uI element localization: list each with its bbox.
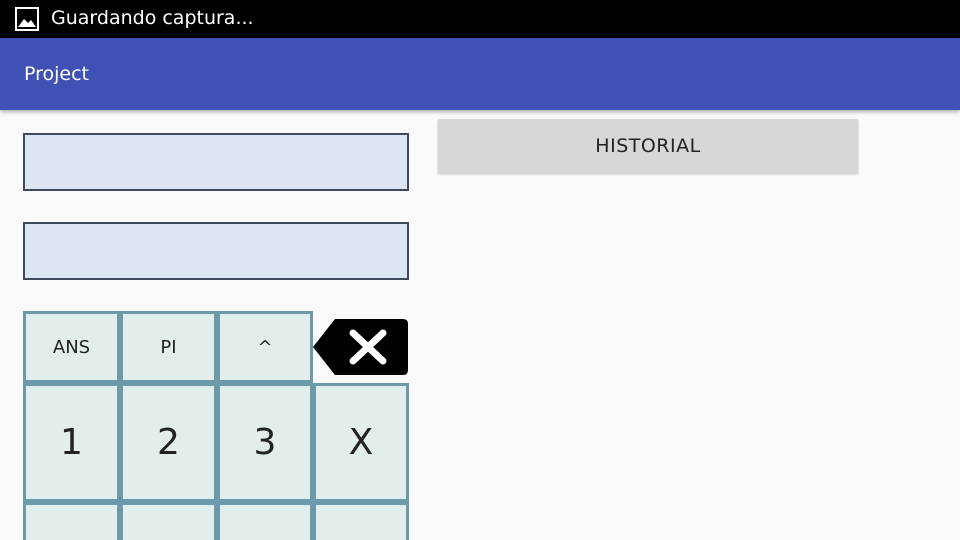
digit-3-key[interactable]: 3 xyxy=(217,383,313,502)
keypad-key[interactable] xyxy=(120,502,217,540)
digit-2-key[interactable]: 2 xyxy=(120,383,217,502)
expression-input[interactable] xyxy=(23,133,409,191)
result-input[interactable] xyxy=(23,222,409,280)
status-bar: Guardando captura... xyxy=(0,0,960,38)
app-bar: Project xyxy=(0,38,960,110)
app-title: Project xyxy=(24,63,90,85)
power-key[interactable]: ^ xyxy=(217,311,313,383)
keypad-key[interactable] xyxy=(23,502,120,540)
ans-key[interactable]: ANS xyxy=(23,311,120,383)
pi-key[interactable]: PI xyxy=(120,311,217,383)
digit-1-key[interactable]: 1 xyxy=(23,383,120,502)
status-text: Guardando captura... xyxy=(51,7,254,29)
keypad-key[interactable] xyxy=(313,502,409,540)
image-icon xyxy=(15,7,39,31)
keypad-key[interactable] xyxy=(217,502,313,540)
multiply-key[interactable]: X xyxy=(313,383,409,502)
history-button[interactable]: HISTORIAL xyxy=(438,119,858,173)
backspace-icon[interactable] xyxy=(313,318,409,376)
